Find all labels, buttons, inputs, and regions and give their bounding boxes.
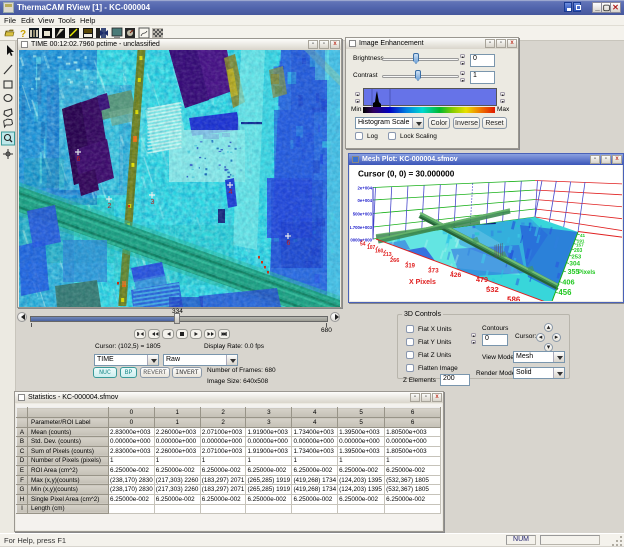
svg-text:1.700e+003: 1.700e+003	[350, 225, 373, 230]
svg-text:373: 373	[428, 268, 439, 275]
svg-text:X Pixels: X Pixels	[409, 279, 436, 286]
svg-text:426: 426	[450, 272, 462, 279]
svg-text:203: 203	[574, 248, 583, 254]
svg-text:0000e+000: 0000e+000	[350, 238, 372, 243]
svg-text:0e+004: 0e+004	[358, 198, 373, 203]
svg-text:456: 456	[558, 288, 572, 297]
svg-text:304: 304	[569, 261, 580, 268]
svg-text:266: 266	[390, 258, 399, 264]
svg-text:479: 479	[476, 275, 488, 284]
svg-text:406: 406	[562, 278, 574, 287]
svg-text:157: 157	[576, 243, 584, 248]
svg-text:253: 253	[572, 254, 582, 260]
svg-text:2e+004: 2e+004	[358, 186, 373, 191]
svg-text:586: 586	[507, 296, 521, 302]
svg-text:532: 532	[486, 285, 499, 294]
svg-text:Cursor (0, 0) = 30.000000: Cursor (0, 0) = 30.000000	[358, 170, 455, 179]
svg-text:Pixels: Pixels	[578, 270, 596, 276]
svg-text:319: 319	[405, 264, 416, 270]
svg-text:41: 41	[580, 233, 586, 238]
svg-text:500e+003: 500e+003	[353, 212, 373, 217]
